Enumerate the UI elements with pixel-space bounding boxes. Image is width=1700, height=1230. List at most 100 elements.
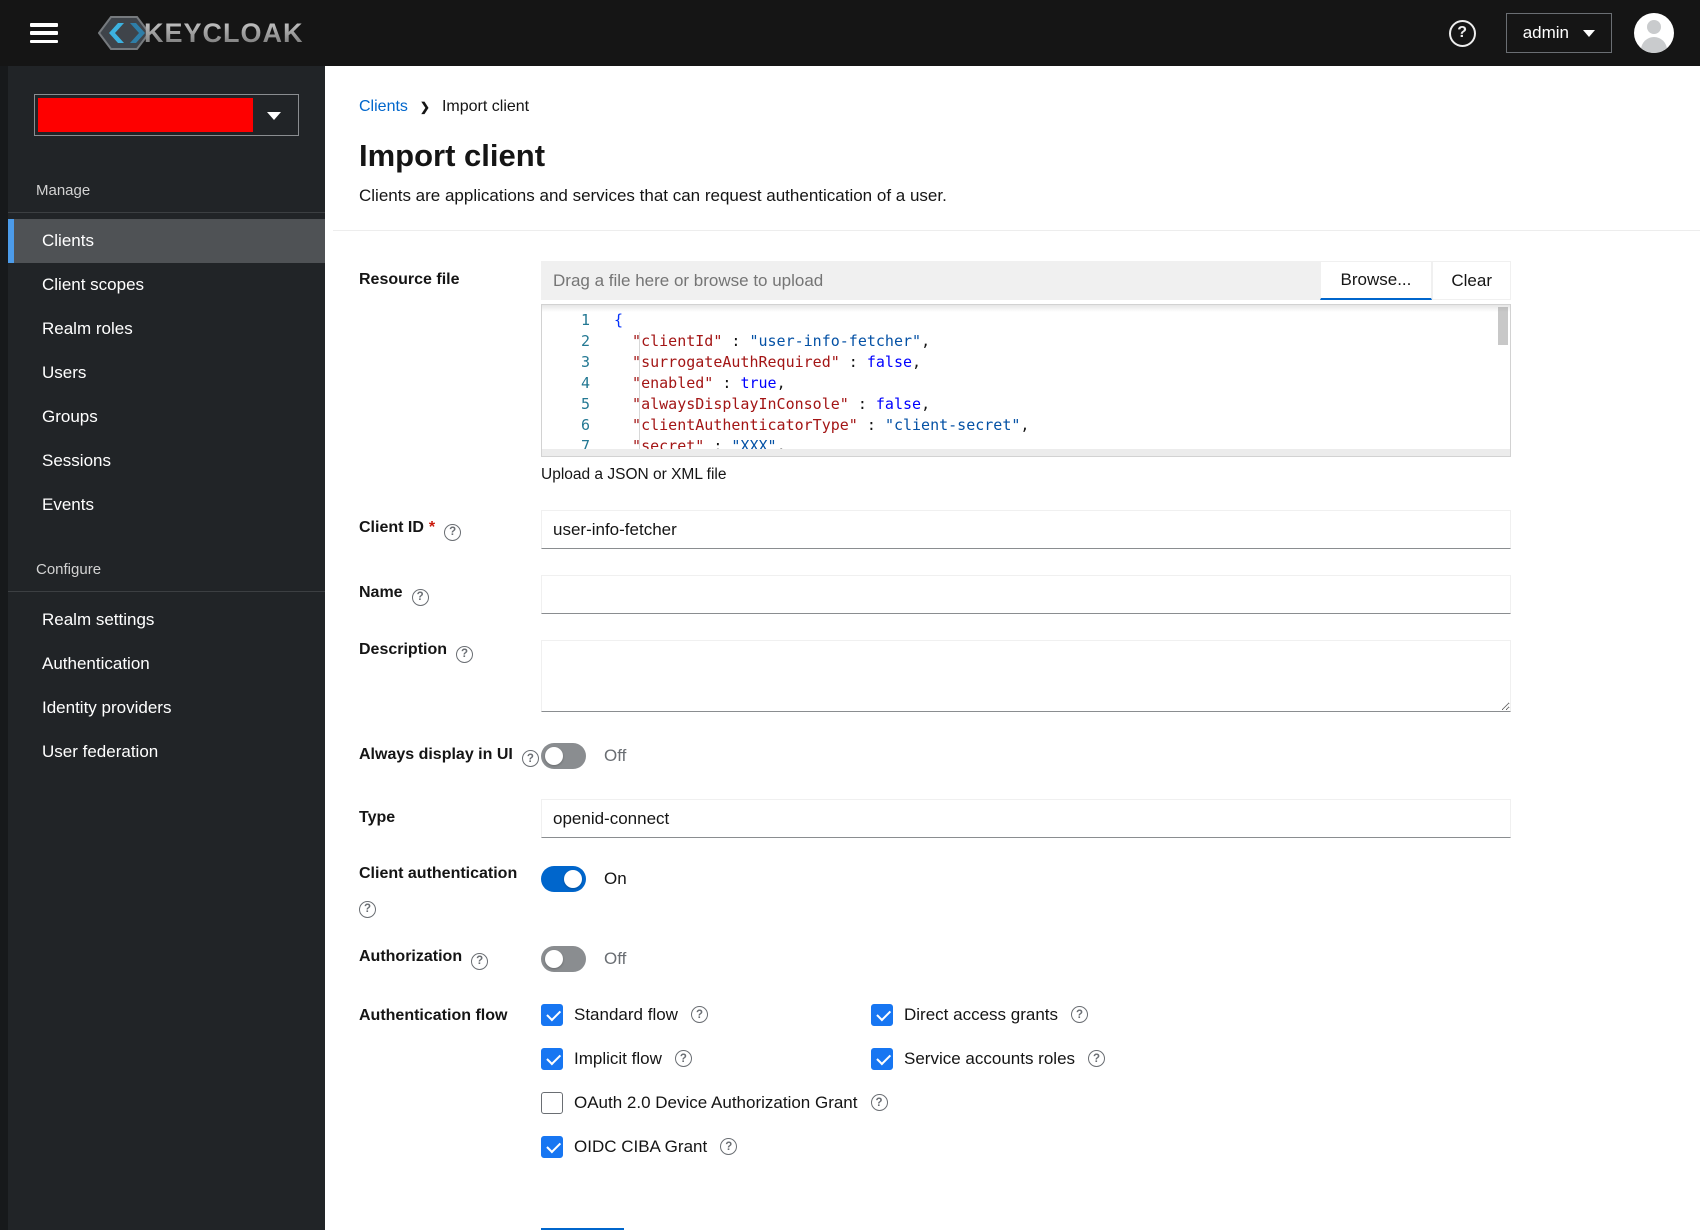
nav-header-configure: Configure — [8, 561, 325, 592]
always-display-toggle[interactable] — [541, 743, 586, 769]
sidebar-item-realm-roles[interactable]: Realm roles — [8, 307, 325, 351]
description-textarea[interactable] — [541, 640, 1511, 712]
help-icon[interactable]: ? — [521, 750, 539, 768]
breadcrumb: Clients ❯ Import client — [359, 98, 1700, 116]
help-icon[interactable]: ? — [471, 953, 489, 971]
authorization-label: Authorization? — [359, 947, 541, 971]
always-display-row: Always display in UI? Off — [359, 743, 1511, 769]
code-line: 3 "surrogateAuthRequired" : false, — [542, 352, 1510, 373]
json-code-editor[interactable]: 1{ 2 "clientId" : "user-info-fetcher", 3… — [541, 304, 1511, 457]
type-row: Type — [359, 799, 1511, 838]
line-number: 4 — [580, 374, 590, 392]
help-icon[interactable]: ? — [1071, 1006, 1088, 1024]
file-upload-filename-input[interactable] — [541, 261, 1320, 300]
help-icon[interactable]: ? — [720, 1138, 738, 1156]
type-input[interactable] — [541, 799, 1511, 838]
breadcrumb-clients-link[interactable]: Clients — [359, 98, 408, 116]
sidebar-item-clients[interactable]: Clients — [8, 219, 325, 263]
nav-section-configure: Configure Realm settings Authentication … — [8, 561, 325, 774]
authorization-state: Off — [604, 948, 627, 968]
editor-vertical-scrollbar[interactable] — [1498, 307, 1508, 446]
clear-button[interactable]: Clear — [1432, 261, 1511, 300]
help-icon[interactable]: ? — [1088, 1050, 1106, 1068]
breadcrumb-current: Import client — [441, 98, 530, 115]
sidebar: Manage Clients Client scopes Realm roles… — [0, 66, 325, 1230]
required-asterisk: * — [428, 519, 436, 537]
file-upload-control: Browse... Clear — [541, 261, 1511, 300]
keycloak-logo-icon — [98, 16, 150, 50]
oidc-ciba-grant-option: OIDC CIBA Grant ? — [541, 1135, 1511, 1158]
sidebar-item-sessions[interactable]: Sessions — [8, 439, 325, 483]
always-display-label: Always display in UI? — [359, 745, 541, 768]
resource-file-label: Resource file — [359, 271, 460, 288]
code-line: 1{ — [542, 310, 1510, 331]
direct-access-grants-checkbox[interactable] — [871, 1003, 893, 1026]
code-line: 4 "enabled" : true, — [542, 373, 1510, 394]
help-icon[interactable]: ? — [690, 1006, 708, 1024]
realm-selector-dropdown[interactable] — [34, 94, 299, 136]
sidebar-item-events[interactable]: Events — [8, 483, 325, 527]
description-row: Description? — [359, 640, 1511, 717]
upload-helper-text: Upload a JSON or XML file — [541, 466, 727, 483]
keycloak-admin-console: KEYCLOAK ? admin Manage Clients Client s… — [0, 0, 1700, 1230]
help-icon[interactable]: ? — [674, 1050, 692, 1068]
name-input[interactable] — [541, 575, 1511, 614]
oidc-ciba-grant-checkbox[interactable] — [541, 1135, 563, 1158]
code-line: 6 "clientAuthenticatorType" : "client-se… — [542, 415, 1510, 436]
client-authentication-toggle[interactable] — [541, 866, 586, 892]
client-authentication-row: Client authentication ? On — [359, 864, 1511, 918]
import-client-form: Resource file Browse... Clear 1{ 2 "clie… — [359, 261, 1511, 1230]
line-number: 5 — [580, 395, 590, 413]
standard-flow-checkbox[interactable] — [541, 1003, 563, 1026]
scrollbar-thumb[interactable] — [1498, 307, 1508, 345]
name-row: Name? — [359, 575, 1511, 614]
page-title: Import client — [359, 138, 546, 173]
page-subtitle: Clients are applications and services th… — [359, 186, 947, 205]
user-avatar[interactable] — [1634, 13, 1674, 53]
authentication-flow-options: Standard flow ? Direct access grants ? I… — [541, 1003, 1511, 1158]
help-icon[interactable]: ? — [1448, 19, 1476, 47]
oauth-device-grant-checkbox[interactable] — [541, 1091, 563, 1114]
name-label: Name? — [359, 583, 541, 606]
browse-button[interactable]: Browse... — [1319, 261, 1433, 300]
line-number: 6 — [580, 416, 590, 434]
always-display-state: Off — [604, 746, 627, 765]
form-actions-row: Save Cancel — [359, 1184, 1511, 1230]
indent-guide — [639, 332, 640, 456]
nav-toggle-hamburger-icon[interactable] — [30, 23, 58, 43]
client-id-input[interactable] — [541, 510, 1511, 549]
authentication-flow-label: Authentication flow — [359, 1006, 508, 1024]
help-icon[interactable]: ? — [359, 900, 376, 918]
help-icon[interactable]: ? — [456, 645, 474, 663]
type-label: Type — [359, 809, 396, 827]
main-content: Clients ❯ Import client Import client Cl… — [333, 66, 1700, 1230]
user-dropdown[interactable]: admin — [1505, 13, 1612, 53]
sidebar-item-authentication[interactable]: Authentication — [8, 642, 325, 686]
caret-down-icon — [1583, 29, 1595, 37]
authentication-flow-row: Authentication flow Standard flow ? Dire… — [359, 1003, 1511, 1158]
help-icon[interactable]: ? — [411, 588, 429, 606]
authorization-row: Authorization? Off — [359, 945, 1511, 972]
service-accounts-roles-checkbox[interactable] — [871, 1047, 893, 1070]
line-number: 3 — [580, 353, 590, 371]
sidebar-item-identity-providers[interactable]: Identity providers — [8, 686, 325, 730]
sidebar-item-realm-settings[interactable]: Realm settings — [8, 598, 325, 642]
masthead: KEYCLOAK ? admin — [0, 0, 1700, 66]
brand-text: KEYCLOAK — [144, 17, 304, 48]
sidebar-item-client-scopes[interactable]: Client scopes — [8, 263, 325, 307]
help-icon[interactable]: ? — [444, 523, 462, 541]
chevron-right-icon: ❯ — [419, 100, 430, 114]
help-icon[interactable]: ? — [870, 1094, 888, 1112]
question-glyph: ? — [1457, 24, 1468, 41]
implicit-flow-option: Implicit flow ? — [541, 1047, 871, 1070]
authorization-toggle[interactable] — [541, 945, 586, 972]
editor-horizontal-scrollbar[interactable] — [542, 449, 1510, 456]
user-dropdown-label: admin — [1522, 23, 1569, 42]
sidebar-item-users[interactable]: Users — [8, 351, 325, 395]
line-number: 1 — [580, 311, 590, 329]
implicit-flow-checkbox[interactable] — [541, 1047, 563, 1070]
sidebar-item-user-federation[interactable]: User federation — [8, 730, 325, 774]
nav-section-manage: Manage Clients Client scopes Realm roles… — [8, 182, 325, 527]
sidebar-item-groups[interactable]: Groups — [8, 395, 325, 439]
direct-access-grants-option: Direct access grants ? — [871, 1003, 1511, 1026]
